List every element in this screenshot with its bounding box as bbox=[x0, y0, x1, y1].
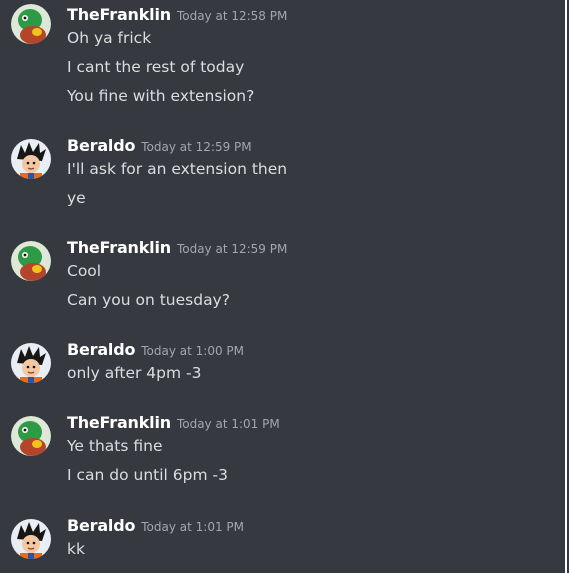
message-timestamp: Today at 1:00 PM bbox=[141, 344, 245, 358]
message-line: ye bbox=[67, 189, 86, 207]
message-timestamp: Today at 12:59 PM bbox=[176, 242, 288, 256]
window-edge bbox=[565, 0, 567, 573]
message-line: You fine with extension? bbox=[67, 87, 255, 105]
message-timestamp: Today at 12:59 PM bbox=[141, 140, 252, 154]
green-turtle-avatar-icon[interactable] bbox=[11, 4, 51, 44]
green-turtle-avatar-icon[interactable] bbox=[11, 241, 51, 281]
username[interactable]: TheFranklin bbox=[67, 413, 171, 432]
message-timestamp: Today at 12:58 PM bbox=[176, 9, 288, 23]
goku-avatar-icon[interactable] bbox=[11, 519, 51, 559]
username[interactable]: Beraldo bbox=[67, 136, 135, 155]
message-timestamp: Today at 1:01 PM bbox=[176, 417, 280, 431]
message-line: Ye thats fine bbox=[67, 437, 163, 455]
username[interactable]: TheFranklin bbox=[67, 5, 171, 24]
green-turtle-avatar-icon[interactable] bbox=[11, 416, 51, 456]
goku-avatar-icon[interactable] bbox=[11, 139, 51, 179]
username[interactable]: TheFranklin bbox=[67, 238, 171, 257]
message-line: I'll ask for an extension then bbox=[67, 160, 288, 178]
message-line: kk bbox=[67, 540, 85, 558]
message-line: I can do until 6pm -3 bbox=[67, 466, 228, 484]
message-line: Can you on tuesday? bbox=[67, 291, 230, 309]
username[interactable]: Beraldo bbox=[67, 340, 135, 359]
message-line: I cant the rest of today bbox=[67, 58, 245, 76]
username[interactable]: Beraldo bbox=[67, 516, 135, 535]
chat-message-list: TheFranklin Today at 12:58 PM Oh ya frick… bbox=[0, 0, 567, 573]
message-line: only after 4pm -3 bbox=[67, 364, 202, 382]
message-line: Cool bbox=[67, 262, 102, 280]
goku-avatar-icon[interactable] bbox=[11, 343, 51, 383]
message-line: Oh ya frick bbox=[67, 29, 152, 47]
message-timestamp: Today at 1:01 PM bbox=[141, 520, 245, 534]
